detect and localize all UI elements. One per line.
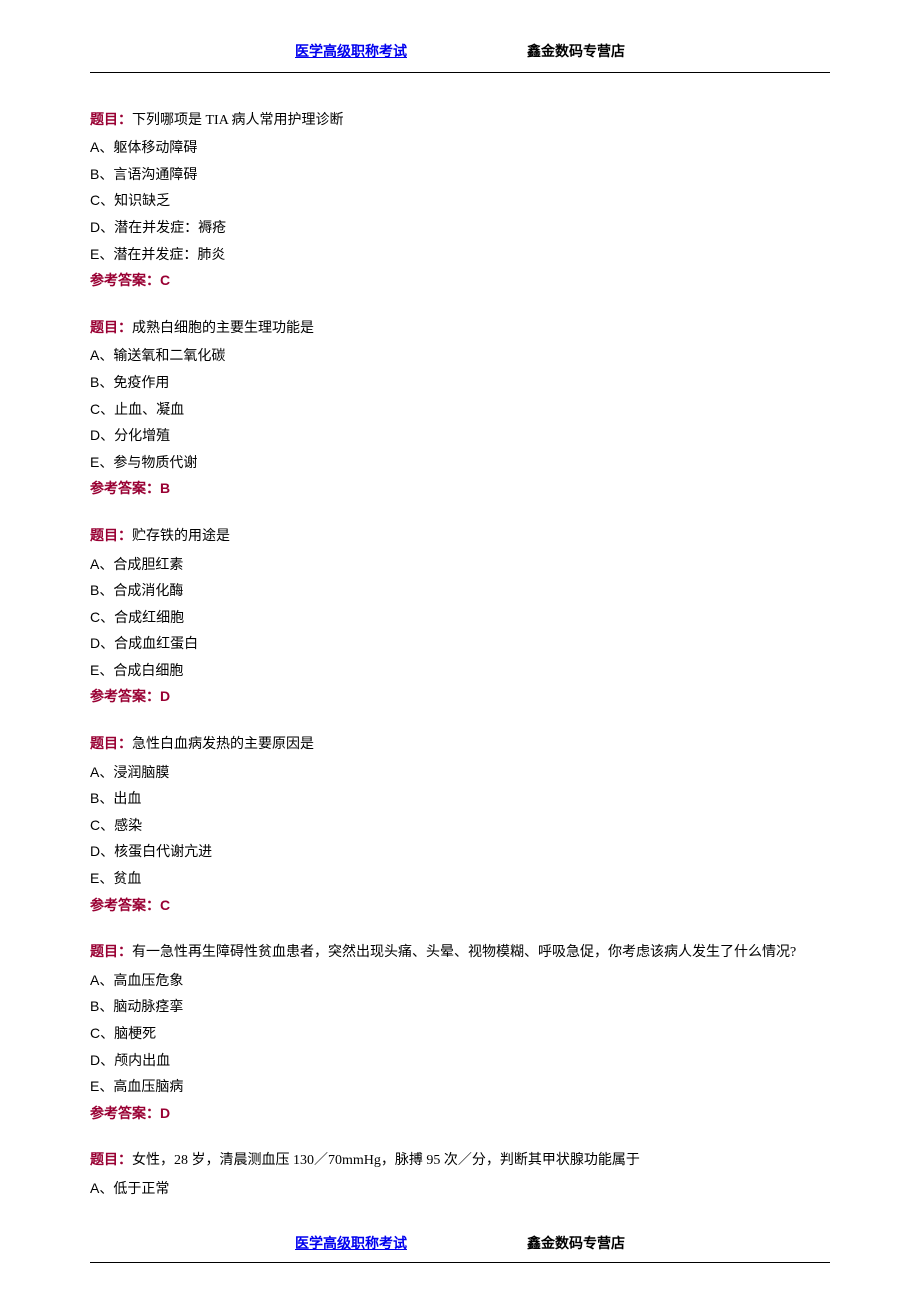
stem-text: 成熟白细胞的主要生理功能是	[132, 321, 314, 336]
question-stem-line: 题目：女性，28 岁，清晨测血压 130／70mmHg，脉搏 95 次／分，判断…	[90, 1148, 830, 1175]
stem-text: 女性，28 岁，清晨测血压 130／70mmHg，脉搏 95 次／分，判断其甲状…	[132, 1153, 640, 1168]
question-block: 题目：成熟白细胞的主要生理功能是A、输送氧和二氧化碳B、免疫作用C、止血、凝血D…	[90, 316, 830, 502]
questions-container: 题目：下列哪项是 TIA 病人常用护理诊断A、躯体移动障碍B、言语沟通障碍C、知…	[90, 108, 830, 1202]
stem-text: 有一急性再生障碍性贫血患者，突然出现头痛、头晕、视物模糊、呼吸急促，你考虑该病人…	[132, 945, 796, 960]
question-block: 题目：贮存铁的用途是A、合成胆红素B、合成消化酶C、合成红细胞D、合成血红蛋白E…	[90, 524, 830, 710]
option: E、高血压脑病	[90, 1073, 830, 1100]
page-footer: 医学高级职称考试 鑫金数码专营店	[90, 1232, 830, 1264]
question-block: 题目：有一急性再生障碍性贫血患者，突然出现头痛、头晕、视物模糊、呼吸急促，你考虑…	[90, 940, 830, 1126]
question-block: 题目：下列哪项是 TIA 病人常用护理诊断A、躯体移动障碍B、言语沟通障碍C、知…	[90, 108, 830, 294]
option: D、潜在并发症：褥疮	[90, 214, 830, 241]
option: D、分化增殖	[90, 422, 830, 449]
question-stem-line: 题目：急性白血病发热的主要原因是	[90, 732, 830, 759]
page-header: 医学高级职称考试 鑫金数码专营店	[90, 40, 830, 67]
stem-label: 题目：	[90, 945, 132, 960]
question-block: 题目：女性，28 岁，清晨测血压 130／70mmHg，脉搏 95 次／分，判断…	[90, 1148, 830, 1201]
option: B、免疫作用	[90, 369, 830, 396]
header-divider	[90, 72, 830, 73]
option: A、高血压危象	[90, 967, 830, 994]
footer-right-text: 鑫金数码专营店	[527, 1232, 625, 1259]
option: A、躯体移动障碍	[90, 134, 830, 161]
stem-text: 下列哪项是 TIA 病人常用护理诊断	[132, 113, 344, 128]
option: E、贫血	[90, 865, 830, 892]
question-stem-line: 题目：成熟白细胞的主要生理功能是	[90, 316, 830, 343]
answer: 参考答案：C	[90, 267, 830, 294]
option: C、脑梗死	[90, 1020, 830, 1047]
stem-text: 急性白血病发热的主要原因是	[132, 737, 314, 752]
stem-label: 题目：	[90, 1153, 132, 1168]
stem-label: 题目：	[90, 737, 132, 752]
option: B、言语沟通障碍	[90, 161, 830, 188]
option: B、出血	[90, 785, 830, 812]
option: D、合成血红蛋白	[90, 630, 830, 657]
option: C、知识缺乏	[90, 187, 830, 214]
question-block: 题目：急性白血病发热的主要原因是A、浸润脑膜B、出血C、感染D、核蛋白代谢亢进E…	[90, 732, 830, 918]
option: C、感染	[90, 812, 830, 839]
option: A、输送氧和二氧化碳	[90, 342, 830, 369]
stem-label: 题目：	[90, 321, 132, 336]
option: E、合成白细胞	[90, 657, 830, 684]
option: C、合成红细胞	[90, 604, 830, 631]
answer: 参考答案：D	[90, 1100, 830, 1127]
question-stem-line: 题目：下列哪项是 TIA 病人常用护理诊断	[90, 108, 830, 135]
stem-label: 题目：	[90, 529, 132, 544]
option: A、合成胆红素	[90, 551, 830, 578]
option: E、潜在并发症：肺炎	[90, 241, 830, 268]
option: E、参与物质代谢	[90, 449, 830, 476]
stem-text: 贮存铁的用途是	[132, 529, 230, 544]
option: D、颅内出血	[90, 1047, 830, 1074]
option: B、合成消化酶	[90, 577, 830, 604]
stem-label: 题目：	[90, 113, 132, 128]
option: B、脑动脉痉挛	[90, 993, 830, 1020]
header-link[interactable]: 医学高级职称考试	[295, 40, 407, 67]
option: D、核蛋白代谢亢进	[90, 838, 830, 865]
footer-link[interactable]: 医学高级职称考试	[295, 1232, 407, 1259]
option: C、止血、凝血	[90, 396, 830, 423]
option: A、浸润脑膜	[90, 759, 830, 786]
answer: 参考答案：B	[90, 475, 830, 502]
answer: 参考答案：D	[90, 683, 830, 710]
answer: 参考答案：C	[90, 892, 830, 919]
option: A、低于正常	[90, 1175, 830, 1202]
question-stem-line: 题目：贮存铁的用途是	[90, 524, 830, 551]
header-right-text: 鑫金数码专营店	[527, 40, 625, 67]
question-stem-line: 题目：有一急性再生障碍性贫血患者，突然出现头痛、头晕、视物模糊、呼吸急促，你考虑…	[90, 940, 830, 967]
